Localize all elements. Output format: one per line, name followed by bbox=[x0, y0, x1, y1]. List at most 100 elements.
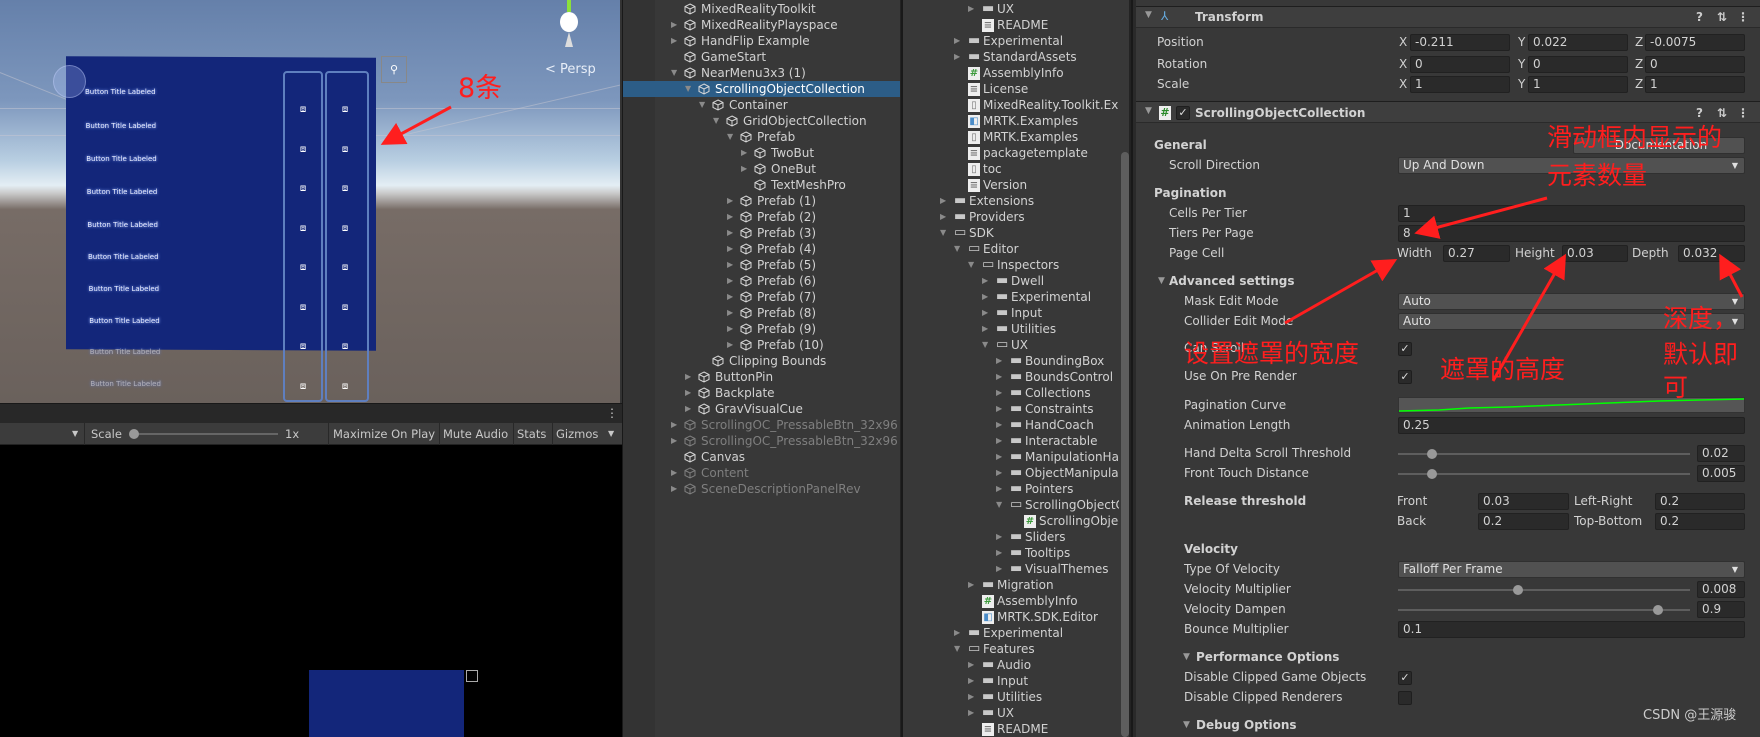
project-item[interactable]: ▶ ▬ Audio bbox=[903, 657, 1119, 673]
front-touch-slider[interactable] bbox=[1398, 473, 1690, 475]
presets-icon[interactable]: ⇅ bbox=[1717, 106, 1727, 120]
hierarchy-item[interactable]: ▼ NearMenu3x3 (1) bbox=[623, 65, 900, 81]
button-cube-icon[interactable]: ⧈ bbox=[293, 144, 313, 155]
kebab-menu-icon[interactable]: ⋮ bbox=[606, 406, 618, 420]
collapsed-arrow-icon[interactable]: ▶ bbox=[996, 401, 1002, 417]
transform-x-field[interactable]: -0.211 bbox=[1410, 34, 1510, 51]
project-item[interactable]: ▶ ▬ BoundsControl bbox=[903, 369, 1119, 385]
project-item[interactable]: ≡ README bbox=[903, 721, 1119, 737]
type-of-velocity-dropdown[interactable]: Falloff Per Frame ▼ bbox=[1398, 561, 1745, 578]
button-cube-icon[interactable]: ⧈ bbox=[335, 262, 355, 273]
button-cube-icon[interactable]: ⧈ bbox=[293, 262, 313, 273]
expanded-arrow-icon[interactable]: ▼ bbox=[968, 257, 974, 273]
expanded-arrow-icon[interactable]: ▼ bbox=[1183, 720, 1190, 730]
hierarchy-item[interactable]: ▶ SceneDescriptionPanelRev bbox=[623, 481, 900, 497]
release-back-field[interactable]: 0.2 bbox=[1478, 513, 1569, 530]
collapsed-arrow-icon[interactable]: ▶ bbox=[727, 257, 733, 273]
game-view[interactable] bbox=[0, 445, 622, 737]
project-item[interactable]: ▶ ▬ Sliders bbox=[903, 529, 1119, 545]
collapsed-arrow-icon[interactable]: ▶ bbox=[727, 209, 733, 225]
hierarchy-item[interactable]: ▶ Prefab (6) bbox=[623, 273, 900, 289]
button-cube-icon[interactable]: ⧈ bbox=[293, 302, 313, 313]
collapsed-arrow-icon[interactable]: ▶ bbox=[996, 561, 1002, 577]
collapsed-arrow-icon[interactable]: ▶ bbox=[685, 401, 691, 417]
expanded-arrow-icon[interactable]: ▼ bbox=[1145, 10, 1152, 20]
hierarchy-item[interactable]: ▼ Prefab bbox=[623, 129, 900, 145]
hierarchy-item[interactable]: ▶ Content bbox=[623, 465, 900, 481]
scene-gizmo[interactable] bbox=[560, 12, 578, 32]
project-item[interactable]: ▶ ▬ Experimental bbox=[903, 289, 1119, 305]
hierarchy-item[interactable]: ▶ HandFlip Example bbox=[623, 33, 900, 49]
project-item[interactable]: ▶ ▬ StandardAssets bbox=[903, 49, 1119, 65]
transform-z-field[interactable]: 1 bbox=[1645, 76, 1745, 93]
project-item[interactable]: ◧ MRTK.Examples bbox=[903, 113, 1119, 129]
project-item[interactable]: ▶ ▬ Input bbox=[903, 305, 1119, 321]
mute-audio-button[interactable]: Mute Audio bbox=[443, 427, 508, 441]
button-cube-icon[interactable]: ⧈ bbox=[293, 381, 313, 392]
project-item[interactable]: ▶ ▬ Experimental bbox=[903, 33, 1119, 49]
collapsed-arrow-icon[interactable]: ▶ bbox=[996, 385, 1002, 401]
collapsed-arrow-icon[interactable]: ▶ bbox=[968, 1, 974, 17]
pin-icon[interactable]: ⚲ bbox=[381, 56, 407, 83]
transform-z-field[interactable]: -0.0075 bbox=[1645, 34, 1745, 51]
project-item[interactable]: ▶ ▬ Input bbox=[903, 673, 1119, 689]
cells-per-tier-field[interactable]: 1 bbox=[1398, 205, 1745, 222]
collapsed-arrow-icon[interactable]: ▶ bbox=[968, 673, 974, 689]
hierarchy-item[interactable]: ▶ Prefab (5) bbox=[623, 257, 900, 273]
button-cube-icon[interactable]: ⧈ bbox=[335, 223, 355, 234]
project-item[interactable]: ▯ MRTK.Examples bbox=[903, 129, 1119, 145]
button-cube-icon[interactable]: ⧈ bbox=[335, 341, 355, 352]
kebab-menu-icon[interactable]: ⋮ bbox=[1737, 10, 1749, 24]
release-front-field[interactable]: 0.03 bbox=[1478, 493, 1569, 510]
front-touch-slider-thumb[interactable] bbox=[1426, 469, 1437, 479]
collapsed-arrow-icon[interactable]: ▶ bbox=[727, 337, 733, 353]
collapsed-arrow-icon[interactable]: ▶ bbox=[671, 481, 677, 497]
project-item[interactable]: ▶ ▬ Tooltips bbox=[903, 545, 1119, 561]
collapsed-arrow-icon[interactable]: ▶ bbox=[954, 33, 960, 49]
project-item[interactable]: ▶ ▬ BoundingBox bbox=[903, 353, 1119, 369]
expanded-arrow-icon[interactable]: ▼ bbox=[982, 337, 988, 353]
hierarchy-item[interactable]: ▶ Prefab (1) bbox=[623, 193, 900, 209]
expanded-arrow-icon[interactable]: ▼ bbox=[685, 81, 691, 97]
transform-y-field[interactable]: 1 bbox=[1528, 76, 1628, 93]
velocity-multiplier-slider[interactable] bbox=[1398, 589, 1690, 591]
hierarchy-item[interactable]: ▶ Prefab (8) bbox=[623, 305, 900, 321]
hierarchy-item[interactable]: ▶ TwoBut bbox=[623, 145, 900, 161]
project-item[interactable]: ▶ ▬ UX bbox=[903, 705, 1119, 721]
collapsed-arrow-icon[interactable]: ▶ bbox=[982, 321, 988, 337]
collapsed-arrow-icon[interactable]: ▶ bbox=[685, 369, 691, 385]
project-item[interactable]: ▼ ▭ Features bbox=[903, 641, 1119, 657]
hierarchy-item[interactable]: ▶ ButtonPin bbox=[623, 369, 900, 385]
button-cube-icon[interactable]: ⧈ bbox=[335, 144, 355, 155]
hierarchy-item[interactable]: ▼ Container bbox=[623, 97, 900, 113]
collapsed-arrow-icon[interactable]: ▶ bbox=[727, 225, 733, 241]
pagination-curve-field[interactable] bbox=[1398, 397, 1745, 413]
disable-clipped-renderers-checkbox[interactable] bbox=[1398, 691, 1412, 705]
hierarchy-item[interactable]: ▼ GridObjectCollection bbox=[623, 113, 900, 129]
hierarchy-item[interactable]: ▶ ScrollingOC_PressableBtn_32x96 (1 bbox=[623, 433, 900, 449]
project-item[interactable]: #ScrollingObject bbox=[903, 513, 1119, 529]
velocity-multiplier-field[interactable]: 0.008 bbox=[1697, 581, 1745, 598]
bounce-multiplier-field[interactable]: 0.1 bbox=[1398, 621, 1745, 638]
stats-button[interactable]: Stats bbox=[517, 427, 546, 441]
gizmos-button[interactable]: Gizmos bbox=[556, 427, 598, 441]
hierarchy-item[interactable]: TextMeshPro bbox=[623, 177, 900, 193]
collapsed-arrow-icon[interactable]: ▶ bbox=[727, 273, 733, 289]
collapsed-arrow-icon[interactable]: ▶ bbox=[671, 33, 677, 49]
collapsed-arrow-icon[interactable]: ▶ bbox=[741, 161, 747, 177]
gizmos-dropdown-icon[interactable]: ▼ bbox=[608, 429, 614, 438]
expanded-arrow-icon[interactable]: ▼ bbox=[671, 65, 677, 81]
velocity-multiplier-slider-thumb[interactable] bbox=[1512, 585, 1523, 595]
scale-slider[interactable] bbox=[133, 433, 278, 435]
tiers-per-page-field[interactable]: 8 bbox=[1398, 225, 1745, 242]
project-item[interactable]: ▶ ▬ Migration bbox=[903, 577, 1119, 593]
hierarchy-item[interactable]: ▶ Prefab (9) bbox=[623, 321, 900, 337]
project-item[interactable]: ≡ License bbox=[903, 81, 1119, 97]
project-item[interactable]: # AssemblyInfo bbox=[903, 65, 1119, 81]
project-item[interactable]: ▶ ▬ Experimental bbox=[903, 625, 1119, 641]
hand-delta-slider[interactable] bbox=[1398, 453, 1690, 455]
kebab-menu-icon[interactable]: ⋮ bbox=[1737, 106, 1749, 120]
hierarchy-item[interactable]: ▶ ScrollingOC_PressableBtn_32x96 bbox=[623, 417, 900, 433]
collapsed-arrow-icon[interactable]: ▶ bbox=[982, 305, 988, 321]
hierarchy-item[interactable]: ▶ MixedRealityPlayspace bbox=[623, 17, 900, 33]
